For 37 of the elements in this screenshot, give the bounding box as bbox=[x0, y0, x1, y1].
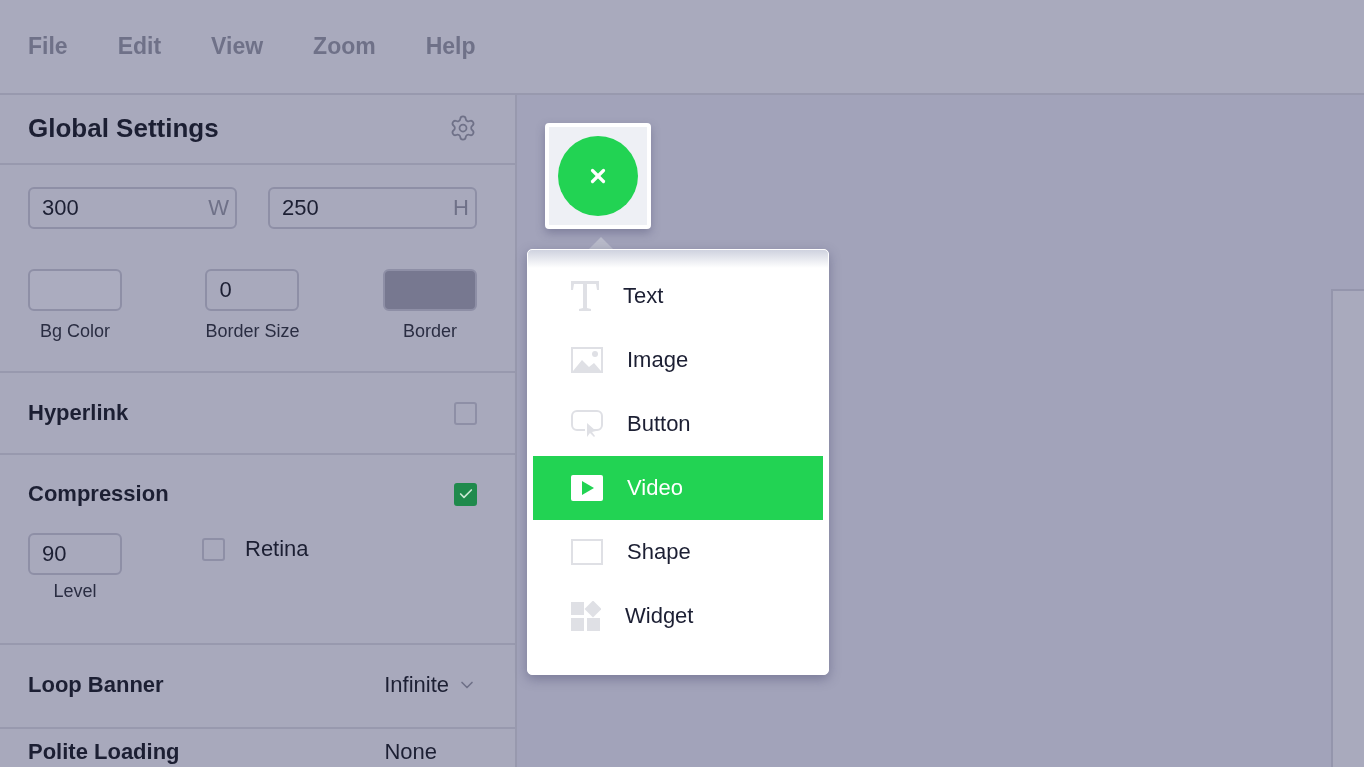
section-label: Hyperlink bbox=[28, 400, 129, 426]
field-unit: H bbox=[453, 195, 469, 221]
menu-option[interactable]: Widget bbox=[533, 584, 823, 648]
square-icon bbox=[571, 539, 603, 565]
play-icon bbox=[571, 475, 603, 501]
section-label: Loop Banner bbox=[28, 672, 164, 698]
color-swatch[interactable] bbox=[383, 269, 477, 311]
field-label: Border Size bbox=[205, 321, 300, 342]
menu-option[interactable]: Shape bbox=[533, 520, 823, 584]
checkbox[interactable] bbox=[202, 537, 225, 561]
menu-option[interactable]: Button bbox=[533, 392, 823, 456]
field-value: 300 bbox=[42, 195, 79, 221]
checkbox[interactable] bbox=[454, 482, 477, 506]
checkbox-label: Retina bbox=[245, 536, 309, 562]
menu-option[interactable]: Text bbox=[533, 264, 823, 328]
field-unit: W bbox=[208, 195, 229, 221]
field-label: Level bbox=[53, 581, 97, 602]
dimension-field[interactable]: 300 W bbox=[28, 187, 237, 229]
color-swatch[interactable] bbox=[28, 269, 122, 311]
level-field[interactable]: 90 bbox=[28, 533, 122, 575]
dimension-field[interactable]: 250 H bbox=[268, 187, 477, 229]
menu-option[interactable]: Image bbox=[533, 328, 823, 392]
section-label: Polite Loading bbox=[28, 739, 180, 765]
border-size-field[interactable]: 0 bbox=[205, 269, 300, 311]
settings-icon[interactable] bbox=[449, 114, 477, 142]
dropdown-value[interactable]: None bbox=[384, 739, 437, 765]
panel-title: Global Settings bbox=[28, 112, 219, 144]
field-label: Border bbox=[402, 321, 457, 342]
cursor-button-icon bbox=[571, 410, 603, 438]
section-label: Compression bbox=[28, 481, 169, 507]
dropdown-value[interactable]: Infinite bbox=[384, 672, 449, 698]
widget-icon bbox=[571, 601, 601, 631]
image-icon bbox=[571, 347, 603, 373]
field-label: Bg Color bbox=[40, 321, 110, 342]
checkbox[interactable] bbox=[454, 401, 477, 425]
serif-t-icon bbox=[571, 281, 599, 311]
field-value: 250 bbox=[282, 195, 319, 221]
